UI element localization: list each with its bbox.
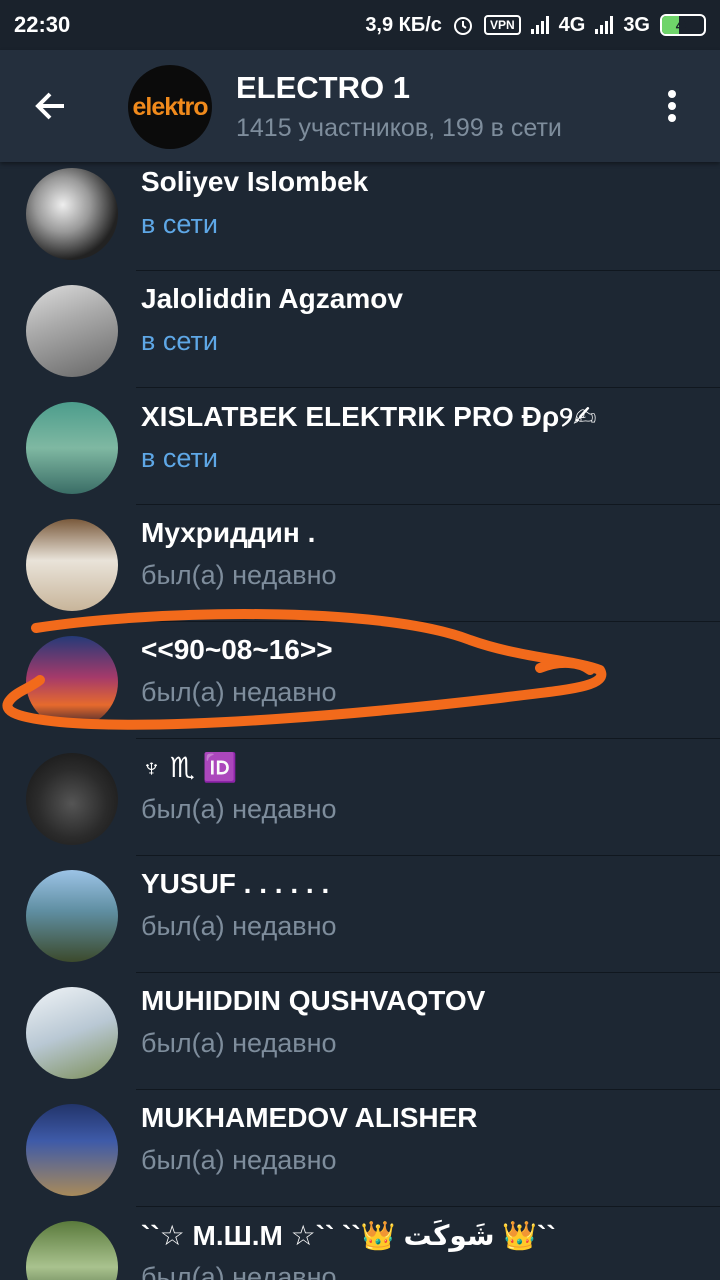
status-time: 22:30 [14,12,71,37]
status-bar: 22:30 3,9 КБ/с VPN 4G 3G 40 [0,0,720,50]
member-row[interactable]: XISLATBEK ELEKTRIK PRO Ɖρ୨✍ в сети [0,388,720,505]
member-avatar[interactable] [26,636,118,728]
member-name: MUKHAMEDOV ALISHER [141,1102,478,1133]
arrow-left-icon [35,92,64,120]
member-row[interactable]: Мухриддин . был(а) недавно [0,505,720,622]
member-avatar[interactable] [26,285,118,377]
member-name: MUHIDDIN QUSHVAQTOV [141,985,486,1016]
signal-icon [530,16,549,34]
member-avatar[interactable] [26,753,118,845]
battery-level: 40 [675,17,691,33]
member-avatar[interactable] [26,168,118,260]
member-name: Мухриддин . [141,517,316,548]
member-name: ♆ ♏ 🆔 [141,752,238,783]
network-type-2: 3G [623,13,650,36]
member-name: Jaloliddin Agzamov [141,283,403,314]
group-subtitle: 1415 участников, 199 в сети [236,114,562,142]
member-avatar[interactable] [26,987,118,1079]
member-row[interactable]: ``☆ М.Ш.М ☆`` ``👑 شَوکَت 👑`` был(а) недав… [0,1207,720,1280]
member-avatar[interactable] [26,870,118,962]
member-name: YUSUF . . . . . . [141,868,330,899]
chat-header: elektro ELECTRO 1 1415 участников, 199 в… [0,50,720,162]
avatar-photo [26,753,118,845]
member-status: был(а) недавно [141,677,337,707]
member-row[interactable]: Jaloliddin Agzamov в сети [0,271,720,388]
group-title[interactable]: ELECTRO 1 [236,70,410,106]
member-avatar[interactable] [26,1104,118,1196]
avatar-photo [26,870,118,962]
status-indicators: 3,9 КБ/с VPN 4G 3G 40 [365,14,706,37]
member-status: был(а) недавно [141,1028,337,1058]
network-speed: 3,9 КБ/с [365,13,442,36]
avatar-photo [26,987,118,1079]
member-name: ``☆ М.Ш.М ☆`` ``👑 شَوکَت 👑`` [141,1220,556,1251]
member-row[interactable]: YUSUF . . . . . . был(а) недавно [0,856,720,973]
more-vert-icon [656,90,688,122]
member-name: Soliyev Islombek [141,166,369,197]
back-button[interactable] [30,86,80,126]
member-row[interactable]: MUKHAMEDOV ALISHER был(а) недавно [0,1090,720,1207]
member-status: в сети [141,443,218,473]
network-type-1: 4G [558,13,586,36]
member-status: в сети [141,209,218,239]
avatar-photo [26,636,118,728]
avatar-photo [26,1104,118,1196]
member-row[interactable]: MUHIDDIN QUSHVAQTOV был(а) недавно [0,973,720,1090]
member-avatar[interactable] [26,519,118,611]
avatar-photo [26,285,118,377]
battery-icon: 40 [660,14,706,36]
member-row[interactable]: ♆ ♏ 🆔 был(а) недавно [0,739,720,856]
avatar-photo [26,168,118,260]
member-status: был(а) недавно [141,1145,337,1175]
avatar-photo [26,519,118,611]
member-status: был(а) недавно [141,560,337,590]
member-name: <<90~08~16>> [141,634,333,665]
member-name: XISLATBEK ELEKTRIK PRO Ɖρ୨✍ [141,401,597,432]
vpn-badge: VPN [483,15,521,35]
member-row[interactable]: Soliyev Islombek в сети [0,162,720,271]
member-status: был(а) недавно [141,794,337,824]
avatar-photo [26,1221,118,1280]
member-list[interactable]: Soliyev Islombek в сети Jaloliddin Agzamov… [0,162,720,1280]
member-avatar[interactable] [26,1221,118,1280]
member-row[interactable]: <<90~08~16>> был(а) недавно [0,622,720,739]
member-status: был(а) недавно [141,1262,337,1280]
avatar-photo [26,402,118,494]
group-avatar-logo: elektro [132,92,209,121]
signal-icon-2 [595,16,614,34]
group-avatar[interactable]: elektro [128,65,212,149]
member-status: в сети [141,326,218,356]
more-menu-button[interactable] [656,86,688,126]
member-status: был(а) недавно [141,911,337,941]
alarm-icon [453,17,472,35]
member-avatar[interactable] [26,402,118,494]
